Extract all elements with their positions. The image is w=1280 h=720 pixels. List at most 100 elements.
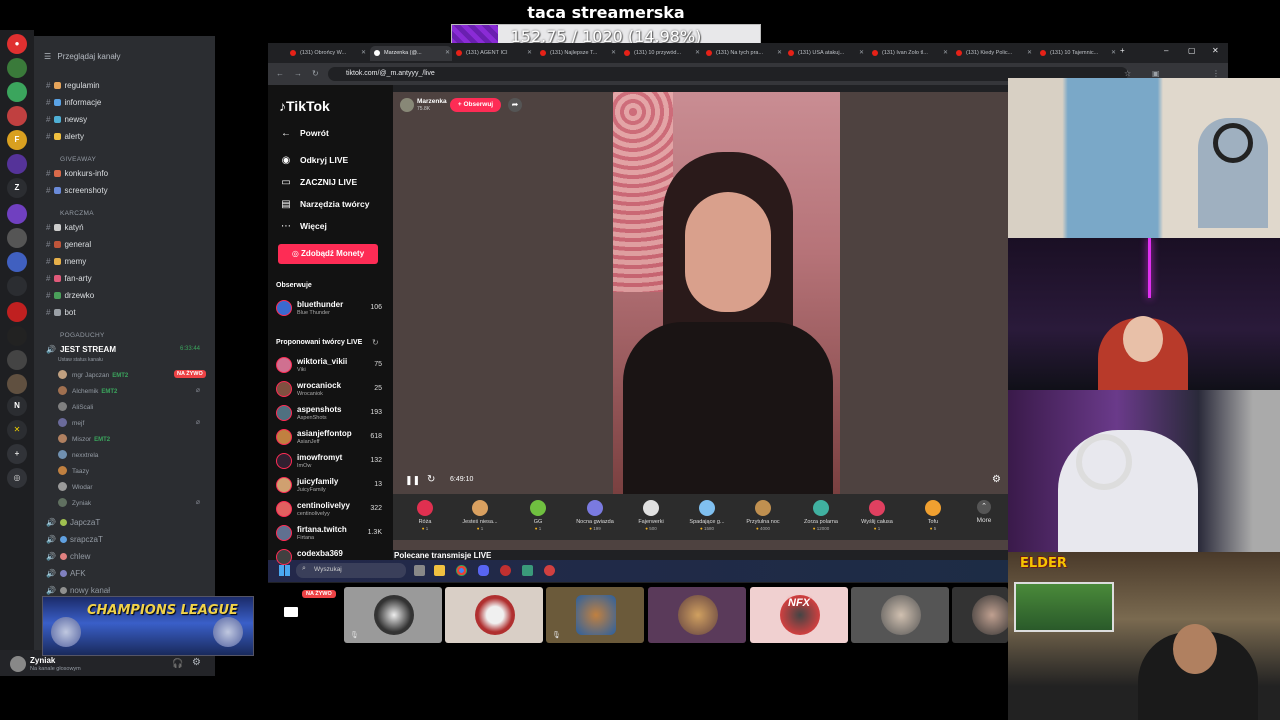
- tab-close-icon[interactable]: ✕: [527, 49, 532, 56]
- settings-icon[interactable]: ⚙: [992, 474, 1001, 485]
- creator-item[interactable]: asianjeffontop AsianJeff 618: [276, 427, 386, 449]
- creator-item[interactable]: wrocaniock Wrocaniok 25: [276, 379, 386, 401]
- tiktok-logo[interactable]: ♪TikTok: [279, 98, 330, 114]
- tab-close-icon[interactable]: ✕: [1111, 49, 1116, 56]
- server-icon[interactable]: [7, 326, 27, 346]
- task-view-icon[interactable]: [414, 565, 425, 576]
- creator-item[interactable]: imowfromyt ImOw 132: [276, 451, 386, 473]
- voice-user[interactable]: mgr Japczan EMT2: [58, 370, 208, 379]
- voice-user[interactable]: Miszor EMT2: [58, 434, 208, 443]
- server-icon[interactable]: [7, 252, 27, 272]
- server-icon[interactable]: Z: [7, 178, 27, 198]
- new-tab-icon[interactable]: +: [1120, 46, 1125, 55]
- tab-close-icon[interactable]: ✕: [1027, 49, 1032, 56]
- stream-tile[interactable]: [445, 587, 543, 643]
- server-icon[interactable]: [7, 106, 27, 126]
- gift-item[interactable]: Fajerwerki ● 500: [626, 500, 676, 531]
- obs-icon[interactable]: [500, 565, 511, 576]
- channel-fan-arty[interactable]: # fan-arty: [46, 274, 92, 286]
- voice-channel[interactable]: 🔊 nowy kanał: [46, 586, 110, 598]
- voice-channel[interactable]: 🔊 AFK: [46, 569, 86, 581]
- stream-tile[interactable]: [851, 587, 949, 643]
- server-icon[interactable]: ✕: [7, 420, 27, 440]
- voice-user[interactable]: AliScali: [58, 402, 208, 411]
- tiktok-nav-item[interactable]: Narzędzia twórcy: [300, 199, 369, 209]
- tiktok-nav-item[interactable]: Powrót: [300, 128, 329, 138]
- explore-icon[interactable]: ◎: [7, 468, 27, 488]
- stream-tile[interactable]: 🎙: [344, 587, 442, 643]
- voice-channel[interactable]: 🔊 srapczaT: [46, 535, 103, 547]
- voice-channel-status[interactable]: Ustaw status kanału: [58, 357, 103, 363]
- voice-user[interactable]: nexxtrela: [58, 450, 208, 459]
- discord-icon[interactable]: [478, 565, 489, 576]
- tab-close-icon[interactable]: ✕: [943, 49, 948, 56]
- channel-alerty[interactable]: # alerty: [46, 132, 84, 144]
- creator-item[interactable]: codexba369: [276, 547, 386, 569]
- browser-tab[interactable]: Marzenka (@... ✕: [370, 46, 452, 61]
- reload-icon[interactable]: ↻: [312, 69, 319, 78]
- voice-user[interactable]: mejf ⌀: [58, 418, 208, 427]
- browser-tab[interactable]: (131) AGENT ICI ✕: [452, 46, 534, 61]
- avatar[interactable]: [10, 656, 26, 672]
- creator-item[interactable]: juicyfamily JuicyFamily 13: [276, 475, 386, 497]
- more-gifts-button[interactable]: ⌃ More: [970, 500, 998, 524]
- tiktok-nav-item[interactable]: ZACZNIJ LIVE: [300, 177, 357, 187]
- server-icon[interactable]: [7, 82, 27, 102]
- gift-item[interactable]: Nocna gwiazda ● 199: [570, 500, 620, 531]
- tab-close-icon[interactable]: ✕: [777, 49, 782, 56]
- server-icon[interactable]: [7, 154, 27, 174]
- channel-newsy[interactable]: # newsy: [46, 115, 87, 127]
- server-icon[interactable]: [7, 302, 27, 322]
- minimize-icon[interactable]: –: [1164, 46, 1168, 55]
- app-icon[interactable]: [522, 565, 533, 576]
- tab-close-icon[interactable]: ✕: [361, 49, 366, 56]
- pause-icon[interactable]: ❚❚: [405, 475, 420, 486]
- replay-icon[interactable]: ↻: [427, 474, 435, 485]
- tab-close-icon[interactable]: ✕: [611, 49, 616, 56]
- stream-tile[interactable]: [750, 587, 848, 643]
- channel-drzewko[interactable]: # drzewko: [46, 291, 94, 303]
- gift-item[interactable]: Jesteś niesa... ● 1: [455, 500, 505, 531]
- creator-item[interactable]: firtana.twitch Firtana 1.3K: [276, 523, 386, 545]
- channel-bot[interactable]: # bot: [46, 308, 76, 320]
- channel-informacje[interactable]: # informacje: [46, 98, 101, 110]
- maximize-icon[interactable]: ▢: [1188, 46, 1196, 55]
- voice-channel[interactable]: 🔊 JapczaT: [46, 518, 100, 530]
- channel-regulamin[interactable]: # regulamin: [46, 81, 100, 93]
- creator-item[interactable]: centinolivelyy centinolivelyy 322: [276, 499, 386, 521]
- voice-user[interactable]: Taazy: [58, 466, 208, 475]
- file-explorer-icon[interactable]: [434, 565, 445, 576]
- server-icon[interactable]: N: [7, 396, 27, 416]
- live-video[interactable]: [613, 92, 840, 494]
- category-giveaway[interactable]: GIVEAWAY: [60, 156, 96, 163]
- host-name[interactable]: Marzenka: [417, 98, 447, 105]
- server-icon[interactable]: [7, 228, 27, 248]
- stream-tile[interactable]: 🎙: [546, 587, 644, 643]
- gift-item[interactable]: Spadające g... ● 1580: [682, 500, 732, 531]
- extensions-icon[interactable]: ▣: [1152, 69, 1160, 78]
- category-karczma[interactable]: KARCZMA: [60, 210, 94, 217]
- voice-user[interactable]: Alchemik EMT2 ⌀: [58, 386, 208, 395]
- stream-tile[interactable]: [648, 587, 746, 643]
- voice-channel-jest-stream[interactable]: 🔊 JEST STREAM: [46, 345, 116, 357]
- gear-icon[interactable]: ⚙: [192, 657, 201, 668]
- browser-tab[interactable]: (131) Ivan Zolo tl... ✕: [868, 46, 950, 61]
- gift-item[interactable]: GG ● 1: [513, 500, 563, 531]
- tab-close-icon[interactable]: ✕: [859, 49, 864, 56]
- server-icon[interactable]: F: [7, 130, 27, 150]
- refresh-icon[interactable]: ↻: [372, 338, 379, 347]
- server-icon[interactable]: [7, 58, 27, 78]
- voice-user[interactable]: Włodar: [58, 482, 208, 491]
- tab-close-icon[interactable]: ✕: [445, 49, 450, 56]
- voice-channel[interactable]: 🔊 chlew: [46, 552, 90, 564]
- back-icon[interactable]: ←: [276, 69, 284, 78]
- browser-tab[interactable]: (131) USA atakuj... ✕: [784, 46, 866, 61]
- channel-memy[interactable]: # memy: [46, 257, 86, 269]
- server-icon[interactable]: [7, 276, 27, 296]
- tiktok-nav-item[interactable]: Odkryj LIVE: [300, 155, 348, 165]
- browser-tab[interactable]: (131) Obrońcy W... ✕: [286, 46, 368, 61]
- tab-close-icon[interactable]: ✕: [695, 49, 700, 56]
- chrome-icon[interactable]: [456, 565, 467, 576]
- get-coins-button[interactable]: ◎ Zdobądź Monety: [278, 244, 378, 264]
- forward-icon[interactable]: →: [294, 69, 302, 78]
